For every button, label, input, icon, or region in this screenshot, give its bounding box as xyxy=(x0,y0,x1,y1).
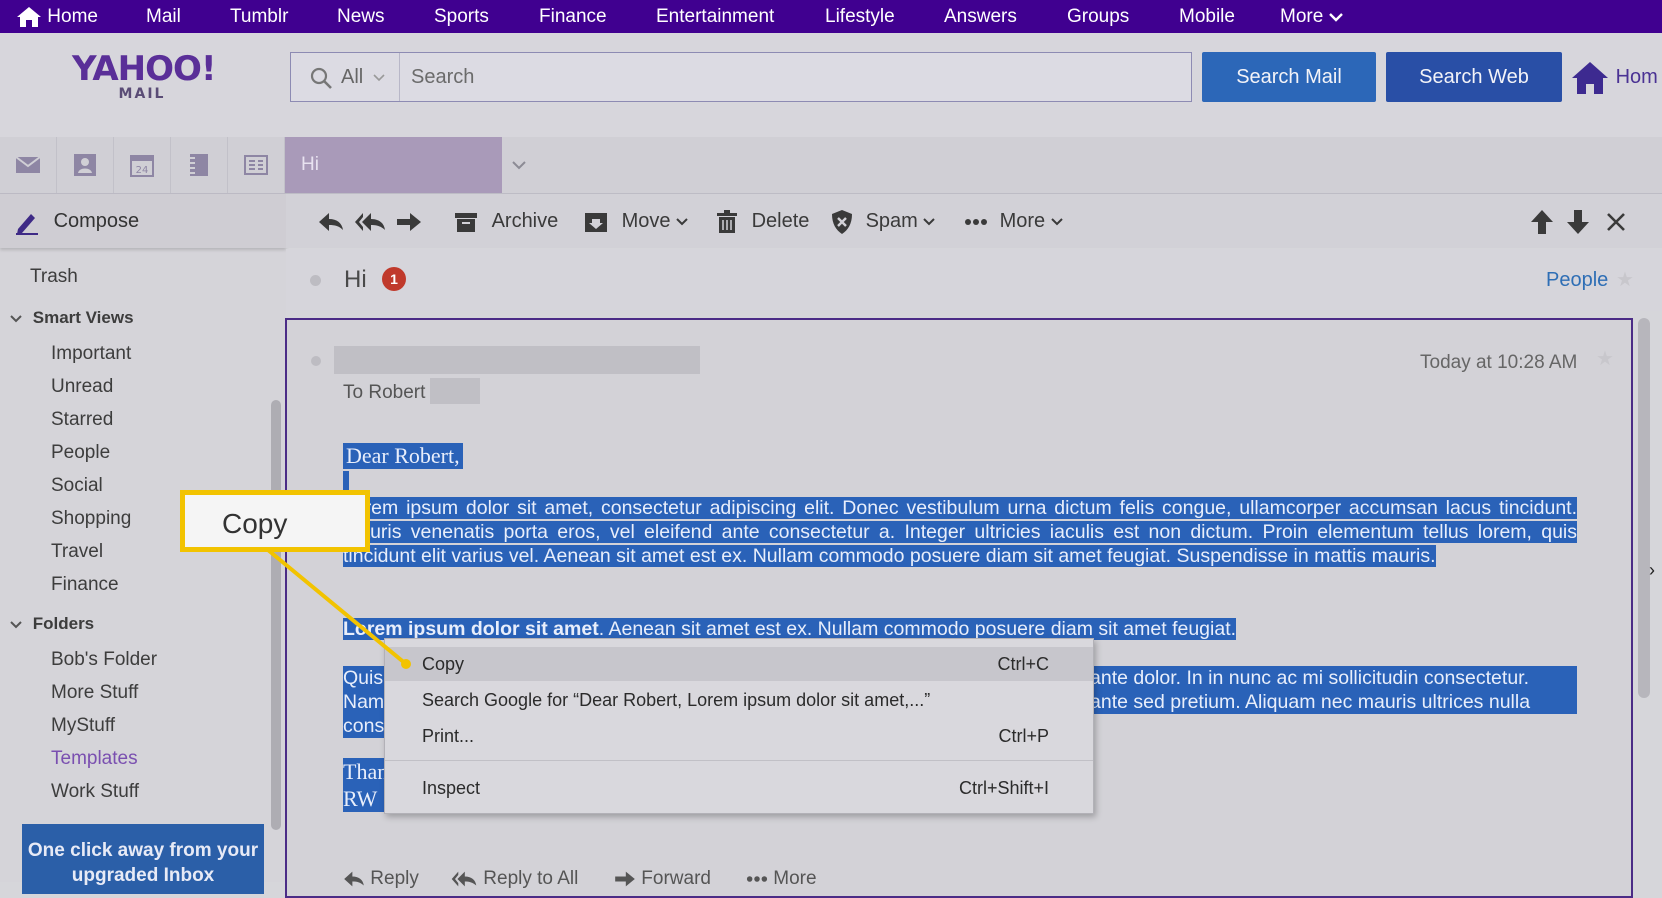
callout-pointer-dot xyxy=(401,659,411,669)
callout-label: Copy xyxy=(222,508,288,539)
callout-pointer-line xyxy=(266,548,411,669)
